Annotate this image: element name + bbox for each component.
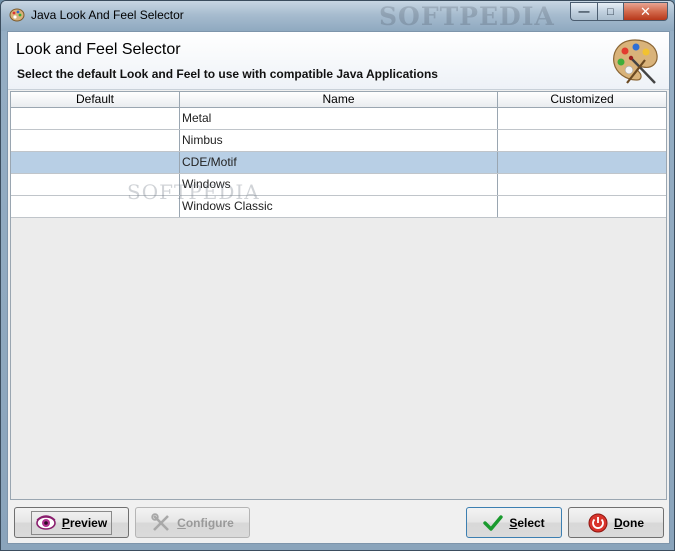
preview-label: Preview [61, 515, 108, 530]
table-row[interactable]: Windows [11, 174, 666, 196]
column-header-customized[interactable]: Customized [498, 92, 666, 107]
table-row[interactable]: Windows Classic [11, 196, 666, 218]
header-panel: Look and Feel Selector Select the defaul… [8, 32, 669, 90]
watermark: SOFTPEDIA [379, 2, 555, 31]
table-row[interactable]: Nimbus [11, 130, 666, 152]
customized-cell [498, 152, 666, 173]
column-header-default[interactable]: Default [11, 92, 180, 107]
maximize-button[interactable]: □ [597, 2, 623, 21]
table-row-selected[interactable]: CDE/Motif [11, 152, 666, 174]
minimize-button[interactable]: — [570, 2, 597, 21]
name-cell: Windows Classic [180, 196, 498, 217]
app-window: Java Look And Feel Selector SOFTPEDIA — … [0, 0, 675, 551]
power-icon [588, 513, 608, 532]
title-bar[interactable]: Java Look And Feel Selector SOFTPEDIA — … [1, 1, 674, 31]
customized-cell [498, 108, 666, 129]
palette-icon [613, 39, 658, 84]
preview-focus-ring: Preview [30, 510, 113, 535]
window-controls: — □ ✕ [570, 2, 668, 22]
close-icon: ✕ [640, 3, 651, 19]
name-cell: Windows [180, 174, 498, 195]
preview-button[interactable]: Preview [14, 507, 129, 538]
default-cell[interactable] [11, 196, 180, 217]
table-header: Default Name Customized [11, 92, 666, 108]
name-cell: Nimbus [180, 130, 498, 151]
tools-icon [151, 512, 170, 531]
select-button[interactable]: Select [466, 507, 562, 538]
customized-cell [498, 174, 666, 195]
done-button[interactable]: Done [568, 507, 664, 538]
column-header-name[interactable]: Name [180, 92, 498, 107]
app-icon [9, 8, 25, 22]
default-cell[interactable] [11, 108, 180, 129]
name-cell: Metal [180, 108, 498, 129]
default-cell[interactable] [11, 174, 180, 195]
client-area: Look and Feel Selector Select the defaul… [7, 31, 670, 544]
name-cell: CDE/Motif [180, 152, 498, 173]
minimize-icon: — [578, 5, 590, 18]
configure-label: Configure [177, 515, 234, 530]
window-title: Java Look And Feel Selector [31, 8, 184, 22]
done-label: Done [613, 515, 644, 530]
look-and-feel-table[interactable]: Default Name Customized Metal Nimbus CDE… [10, 91, 667, 500]
select-label: Select [509, 515, 545, 530]
default-cell[interactable] [11, 152, 180, 173]
table-row[interactable]: Metal [11, 108, 666, 130]
default-cell[interactable] [11, 130, 180, 151]
customized-cell [498, 196, 666, 217]
page-subtitle: Select the default Look and Feel to use … [17, 67, 438, 81]
close-button[interactable]: ✕ [623, 2, 668, 21]
checkmark-icon [483, 514, 504, 531]
page-title: Look and Feel Selector [16, 41, 181, 58]
maximize-icon: □ [607, 5, 614, 18]
eye-icon [36, 514, 56, 530]
customized-cell [498, 130, 666, 151]
configure-button[interactable]: Configure [135, 507, 250, 538]
